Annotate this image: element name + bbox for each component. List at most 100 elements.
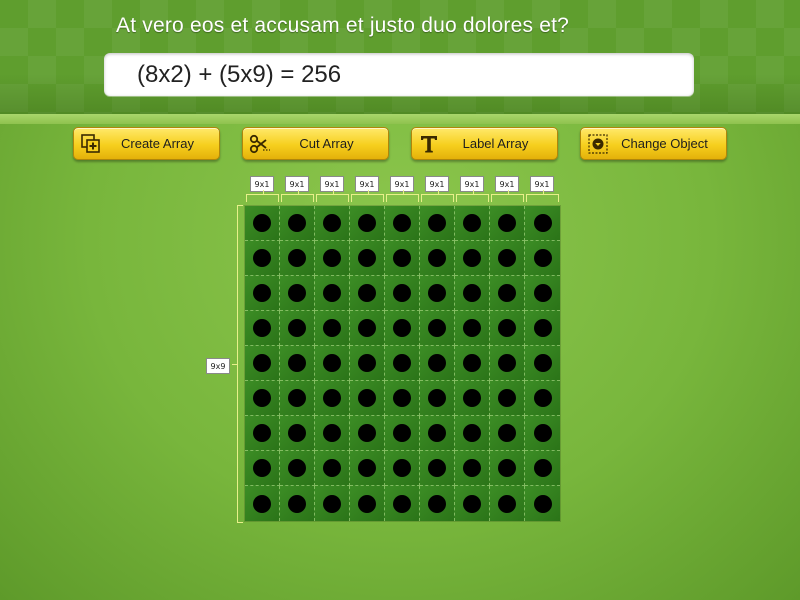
array-cell[interactable] [420, 346, 455, 381]
array-dot [533, 214, 552, 232]
array-cell[interactable] [245, 241, 280, 276]
array-cell[interactable] [280, 311, 315, 346]
array-cell[interactable] [525, 416, 560, 451]
array-cell[interactable] [525, 241, 560, 276]
array-cell[interactable] [350, 451, 385, 486]
array-cell[interactable] [455, 416, 490, 451]
label-array-button[interactable]: Label Array [411, 127, 558, 160]
array-cell[interactable] [490, 451, 525, 486]
array-cell[interactable] [525, 381, 560, 416]
array-cell[interactable] [385, 206, 420, 241]
array-cell[interactable] [490, 276, 525, 311]
array-cell[interactable] [350, 206, 385, 241]
array-cell[interactable] [455, 451, 490, 486]
array-cell[interactable] [280, 206, 315, 241]
array-dot [323, 459, 341, 477]
array-cell[interactable] [385, 451, 420, 486]
array-cell[interactable] [455, 276, 490, 311]
array-cell[interactable] [385, 486, 420, 521]
array-cell[interactable] [350, 416, 385, 451]
array-cell[interactable] [315, 311, 350, 346]
array-dot [498, 284, 516, 302]
array-cell[interactable] [455, 206, 490, 241]
array-cell[interactable] [385, 241, 420, 276]
array-cell[interactable] [315, 276, 350, 311]
array-cell[interactable] [455, 346, 490, 381]
array-cell[interactable] [525, 311, 560, 346]
array-cell[interactable] [245, 381, 280, 416]
array-cell[interactable] [385, 381, 420, 416]
array-cell[interactable] [385, 416, 420, 451]
cut-array-button[interactable]: Cut Array [242, 127, 389, 160]
array-cell[interactable] [245, 311, 280, 346]
array-cell[interactable] [280, 276, 315, 311]
array-cell[interactable] [455, 486, 490, 521]
array-cell[interactable] [455, 311, 490, 346]
array-cell[interactable] [420, 486, 455, 521]
array-cell[interactable] [420, 451, 455, 486]
array-cell[interactable] [455, 381, 490, 416]
array-cell[interactable] [385, 276, 420, 311]
array-cell[interactable] [245, 451, 280, 486]
array-cell[interactable] [350, 486, 385, 521]
array-cell[interactable] [420, 416, 455, 451]
array-cell[interactable] [420, 381, 455, 416]
array-cell[interactable] [245, 206, 280, 241]
array-cell[interactable] [420, 206, 455, 241]
array-cell[interactable] [315, 486, 350, 521]
array-cell[interactable] [350, 381, 385, 416]
array-cell[interactable] [280, 381, 315, 416]
array-cell[interactable] [315, 381, 350, 416]
array-cell[interactable] [525, 206, 560, 241]
array-cell[interactable] [315, 416, 350, 451]
dot-array[interactable] [245, 206, 560, 521]
array-cell[interactable] [385, 311, 420, 346]
array-cell[interactable] [420, 276, 455, 311]
array-cell[interactable] [280, 346, 315, 381]
array-cell[interactable] [245, 486, 280, 521]
answer-input[interactable]: (8x2) + (5x9) = 256 [104, 53, 694, 96]
array-cell[interactable] [315, 451, 350, 486]
array-dot [288, 494, 306, 513]
array-cell[interactable] [420, 241, 455, 276]
array-cell[interactable] [490, 416, 525, 451]
array-cell[interactable] [280, 416, 315, 451]
array-cell[interactable] [315, 241, 350, 276]
array-cell[interactable] [280, 451, 315, 486]
column-bracket [246, 190, 279, 202]
array-cell[interactable] [490, 241, 525, 276]
array-cell[interactable] [350, 346, 385, 381]
array-cell[interactable] [490, 486, 525, 521]
array-dot [323, 424, 341, 442]
create-array-button[interactable]: Create Array [73, 127, 220, 160]
array-cell[interactable] [490, 206, 525, 241]
array-cell[interactable] [525, 451, 560, 486]
array-cell[interactable] [315, 346, 350, 381]
array-cell[interactable] [245, 276, 280, 311]
array-dot [463, 284, 481, 302]
array-cell[interactable] [525, 486, 560, 521]
array-dot [393, 459, 411, 477]
array-cell[interactable] [490, 346, 525, 381]
array-dot [323, 214, 341, 232]
array-cell[interactable] [280, 486, 315, 521]
array-cell[interactable] [245, 416, 280, 451]
array-cell[interactable] [420, 311, 455, 346]
array-dot [428, 424, 446, 442]
change-object-button[interactable]: Change Object [580, 127, 727, 160]
array-cell[interactable] [350, 241, 385, 276]
array-cell[interactable] [525, 346, 560, 381]
array-cell[interactable] [350, 276, 385, 311]
array-cell[interactable] [280, 241, 315, 276]
scissors-icon [249, 133, 271, 155]
array-cell[interactable] [490, 381, 525, 416]
array-cell[interactable] [315, 206, 350, 241]
array-cell[interactable] [525, 276, 560, 311]
array-dot [288, 354, 306, 372]
array-cell[interactable] [385, 346, 420, 381]
array-cell[interactable] [350, 311, 385, 346]
array-cell[interactable] [490, 311, 525, 346]
array-cell[interactable] [245, 346, 280, 381]
array-cell[interactable] [455, 241, 490, 276]
create-array-icon [80, 133, 102, 155]
